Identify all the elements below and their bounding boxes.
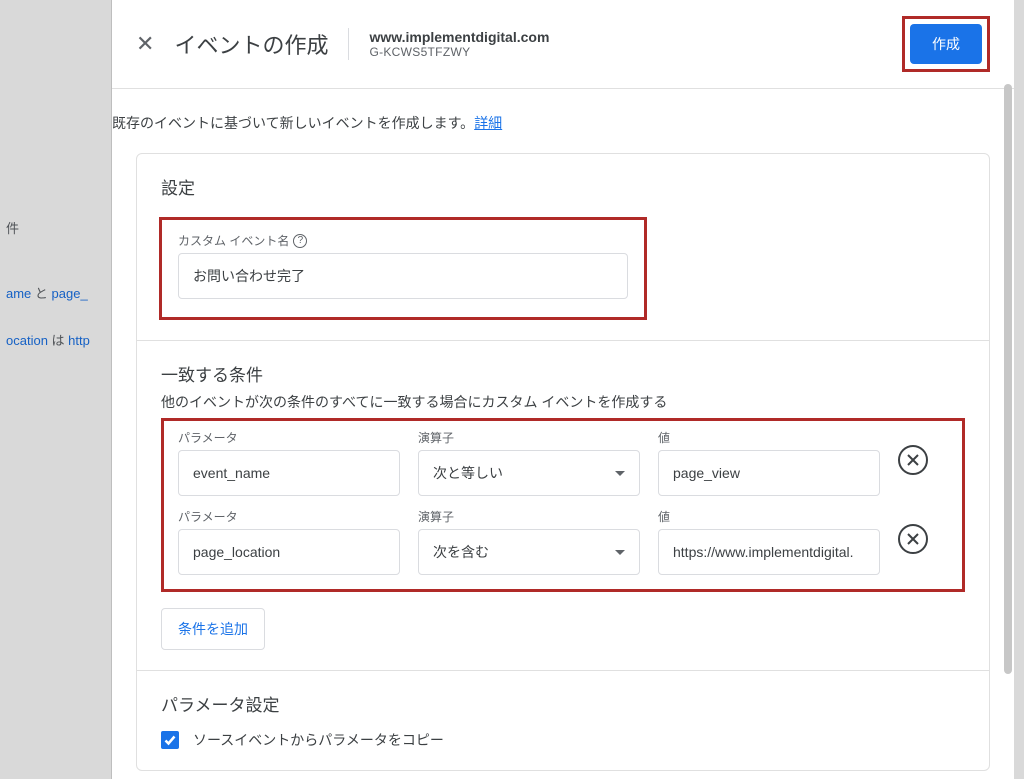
operator-select[interactable]: 次と等しい: [418, 450, 640, 496]
modal-body: 既存のイベントに基づいて新しいイベントを作成します。詳細 設定 カスタム イベン…: [112, 89, 1014, 779]
highlight-frame: 作成: [902, 16, 990, 72]
details-link[interactable]: 詳細: [474, 115, 502, 131]
settings-card: 設定 カスタム イベント名 ? 一致する条件 他のイベントが次の条件のすべてに一…: [136, 153, 990, 771]
conditions-desc: 他のイベントが次の条件のすべてに一致する場合にカスタム イベントを作成する: [161, 392, 965, 412]
check-icon: [163, 733, 177, 747]
copy-params-label: ソースイベントからパラメータをコピー: [193, 730, 444, 750]
param-label: パラメータ: [178, 508, 400, 525]
create-event-modal: ✕ イベントの作成 www.implementdigital.com G-KCW…: [112, 0, 1014, 779]
property-name: www.implementdigital.com: [369, 29, 549, 45]
settings-title: 設定: [161, 174, 965, 199]
modal-header: ✕ イベントの作成 www.implementdigital.com G-KCW…: [112, 0, 1014, 89]
operator-label: 演算子: [418, 508, 640, 525]
value-input[interactable]: [658, 529, 880, 575]
close-icon[interactable]: ✕: [136, 33, 154, 55]
parameter-input[interactable]: [178, 450, 400, 496]
value-label: 値: [658, 429, 880, 446]
modal-title: イベントの作成: [174, 28, 328, 60]
close-icon: [907, 454, 919, 466]
highlight-frame: カスタム イベント名 ?: [159, 217, 647, 320]
scrollbar[interactable]: [1004, 0, 1012, 779]
condition-row: パラメータ 演算子 次と等しい 値: [178, 429, 948, 496]
help-icon[interactable]: ?: [293, 234, 307, 248]
intro-text: 既存のイベントに基づいて新しいイベントを作成します。詳細: [112, 89, 1014, 153]
chevron-down-icon: [615, 550, 625, 555]
copy-params-checkbox[interactable]: [161, 731, 179, 749]
divider: [348, 28, 349, 60]
param-settings-title: パラメータ設定: [161, 691, 965, 716]
property-info: www.implementdigital.com G-KCWS5TFZWY: [369, 29, 549, 59]
create-button[interactable]: 作成: [910, 24, 982, 64]
param-label: パラメータ: [178, 429, 400, 446]
operator-label: 演算子: [418, 429, 640, 446]
highlight-frame: パラメータ 演算子 次と等しい 値: [161, 418, 965, 592]
copy-params-row: ソースイベントからパラメータをコピー: [161, 730, 965, 750]
conditions-title: 一致する条件: [161, 361, 965, 386]
remove-condition-button[interactable]: [898, 524, 928, 554]
close-icon: [907, 533, 919, 545]
custom-event-label: カスタム イベント名 ?: [178, 232, 628, 249]
chevron-down-icon: [615, 471, 625, 476]
operator-select[interactable]: 次を含む: [418, 529, 640, 575]
parameter-input[interactable]: [178, 529, 400, 575]
scrollbar-thumb[interactable]: [1004, 84, 1012, 674]
value-label: 値: [658, 508, 880, 525]
custom-event-name-input[interactable]: [178, 253, 628, 299]
value-input[interactable]: [658, 450, 880, 496]
add-condition-button[interactable]: 条件を追加: [161, 608, 265, 650]
condition-row: パラメータ 演算子 次を含む 値: [178, 508, 948, 575]
property-id: G-KCWS5TFZWY: [369, 45, 549, 59]
remove-condition-button[interactable]: [898, 445, 928, 475]
